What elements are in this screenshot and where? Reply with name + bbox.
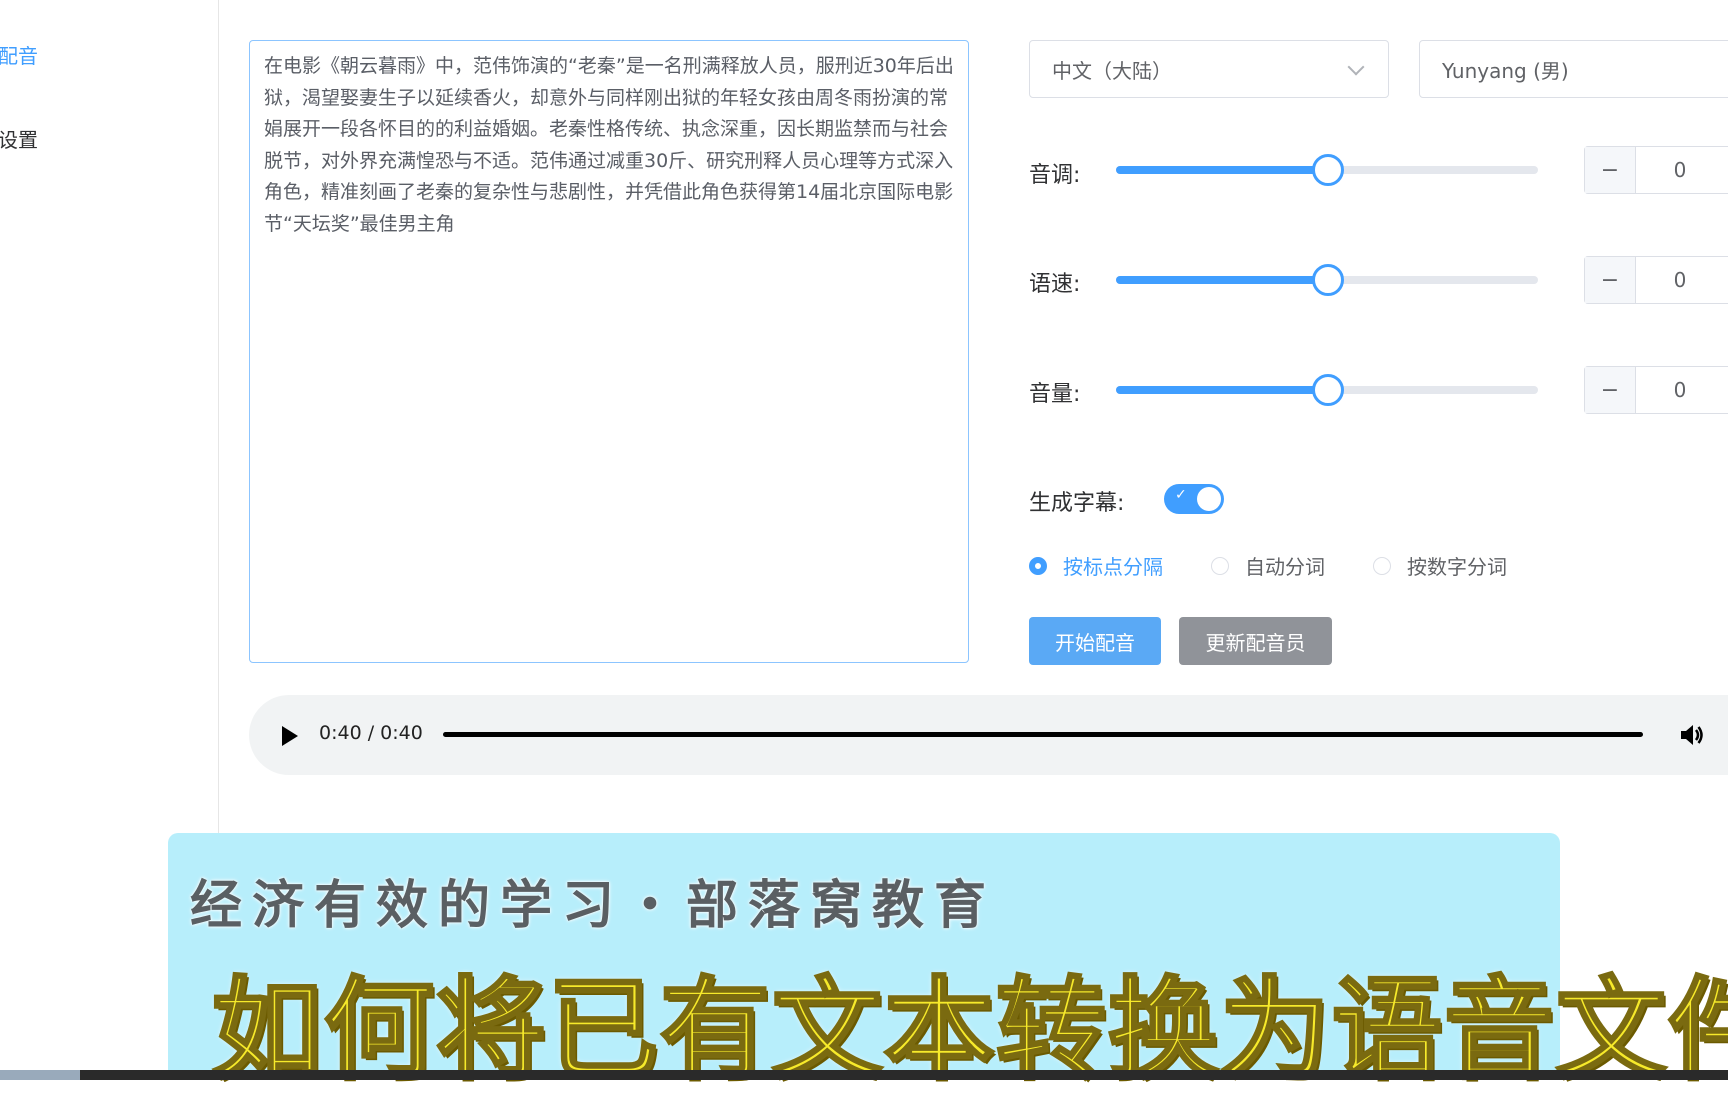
text-input[interactable] <box>249 40 969 663</box>
radio-dot <box>1029 556 1047 575</box>
language-select-value: 中文（大陆） <box>1052 58 1172 83</box>
pitch-value[interactable]: 0 <box>1635 147 1725 193</box>
speed-value[interactable]: 0 <box>1635 257 1725 303</box>
subtitles-label: 生成字幕: <box>1029 491 1125 516</box>
pitch-stepper[interactable]: − 0 <box>1584 146 1728 194</box>
speed-slider-handle[interactable] <box>1312 264 1344 296</box>
sidebar-item-settings[interactable]: 设置 <box>0 124 38 153</box>
radio-number-segment[interactable]: 按数字分词 <box>1373 551 1507 580</box>
speed-stepper[interactable]: − 0 <box>1584 256 1728 304</box>
radio-split-punctuation[interactable]: 按标点分隔 <box>1029 551 1163 580</box>
audio-player: 0:40 / 0:40 <box>249 695 1728 775</box>
check-icon: ✓ <box>1175 487 1187 503</box>
audio-progress-bar[interactable] <box>443 732 1643 737</box>
bottom-strip-highlight <box>0 1070 80 1080</box>
radio-dot <box>1211 556 1229 575</box>
chevron-down-icon <box>1347 58 1365 76</box>
speed-slider-fill <box>1116 276 1327 284</box>
radio-dot <box>1373 556 1391 575</box>
volume-decrease-button[interactable]: − <box>1585 367 1636 413</box>
pitch-slider[interactable] <box>1116 154 1538 186</box>
radio-auto-segment[interactable]: 自动分词 <box>1211 551 1325 580</box>
volume-value[interactable]: 0 <box>1635 367 1725 413</box>
radio-label: 按数字分词 <box>1407 555 1507 579</box>
pitch-label: 音调: <box>1029 163 1081 188</box>
subtitles-toggle[interactable]: ✓ <box>1164 484 1224 514</box>
start-dubbing-button[interactable]: 开始配音 <box>1029 617 1161 665</box>
pitch-slider-fill <box>1116 166 1327 174</box>
volume-slider-handle[interactable] <box>1312 374 1344 406</box>
voice-select[interactable]: Yunyang (男) <box>1419 40 1728 98</box>
sidebar-item-dubbing[interactable]: 配音 <box>0 40 38 69</box>
audio-time: 0:40 / 0:40 <box>319 722 423 744</box>
volume-stepper[interactable]: − 0 <box>1584 366 1728 414</box>
speed-label: 语速: <box>1029 272 1081 297</box>
radio-label: 按标点分隔 <box>1063 555 1163 579</box>
speed-decrease-button[interactable]: − <box>1585 257 1636 303</box>
volume-slider[interactable] <box>1116 374 1538 406</box>
play-icon[interactable] <box>282 726 298 746</box>
pitch-slider-handle[interactable] <box>1312 154 1344 186</box>
banner-subtitle: 经济有效的学习・部落窝教育 <box>190 876 997 936</box>
volume-icon[interactable] <box>1679 721 1705 749</box>
speed-slider[interactable] <box>1116 264 1538 296</box>
caption-banner: 经济有效的学习・部落窝教育 如何将已有文本转换为语音文件 <box>168 833 1728 1096</box>
toggle-knob <box>1197 487 1221 511</box>
radio-label: 自动分词 <box>1245 555 1325 579</box>
pitch-decrease-button[interactable]: − <box>1585 147 1636 193</box>
volume-slider-fill <box>1116 386 1327 394</box>
language-select[interactable]: 中文（大陆） <box>1029 40 1389 98</box>
voice-select-value: Yunyang (男) <box>1442 58 1569 83</box>
volume-label: 音量: <box>1029 382 1081 407</box>
update-voices-button[interactable]: 更新配音员 <box>1179 617 1332 665</box>
bottom-strip <box>0 1070 1728 1080</box>
